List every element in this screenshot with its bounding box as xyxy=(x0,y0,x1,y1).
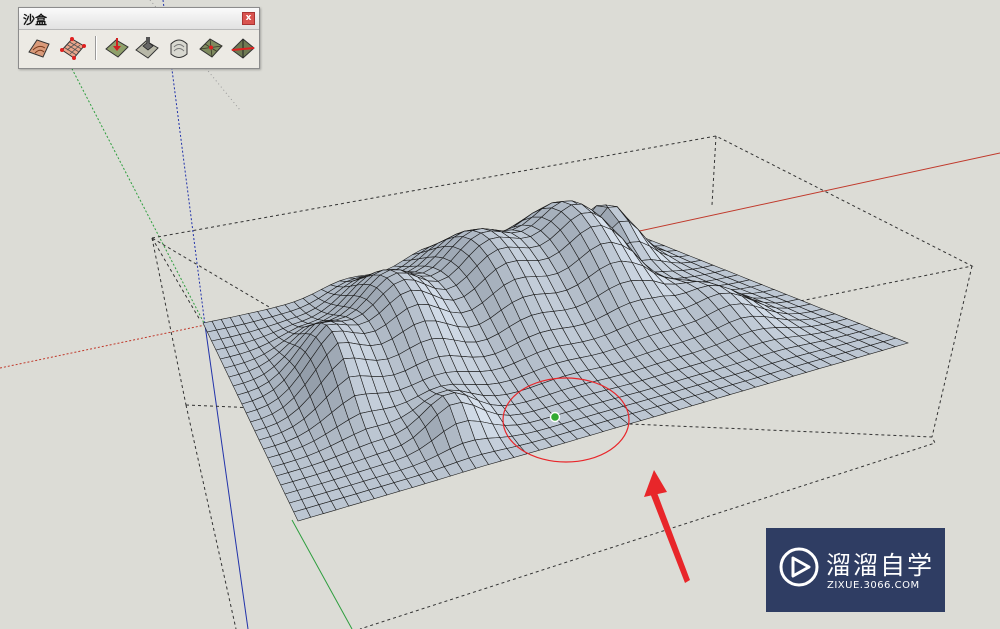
sandbox-toolbar[interactable]: 沙盒 x xyxy=(18,7,260,69)
flip-edge-icon[interactable] xyxy=(229,34,257,62)
watermark-brand: 溜溜自学 xyxy=(826,551,935,580)
toolbar-title: 沙盒 xyxy=(23,13,48,27)
sandbox-from-scratch-icon[interactable] xyxy=(59,34,87,62)
bbox-edge xyxy=(151,237,201,321)
toolbar-titlebar[interactable]: 沙盒 x xyxy=(19,8,259,30)
watermark-logo: 溜溜自学 ZIXUE.3066.COM xyxy=(766,528,945,612)
smoove-icon[interactable] xyxy=(103,34,131,62)
arrow-shaft xyxy=(650,490,690,583)
toolbar-separator xyxy=(95,36,97,60)
bbox-edge xyxy=(151,237,187,406)
bbox-edge xyxy=(185,404,237,629)
stamp-icon[interactable] xyxy=(133,34,161,62)
sandbox-from-contours-icon[interactable] xyxy=(25,34,53,62)
add-detail-icon[interactable] xyxy=(197,34,225,62)
bbox-edge xyxy=(711,135,717,206)
close-icon[interactable]: x xyxy=(242,12,255,25)
bbox-edge xyxy=(931,265,973,438)
terrain-mesh[interactable] xyxy=(202,200,909,522)
arrow-head xyxy=(644,470,667,497)
green-axis-dotted xyxy=(69,64,206,326)
annotation-arrow xyxy=(644,470,690,583)
green-axis-solid xyxy=(291,519,353,629)
play-logo-icon xyxy=(779,547,819,587)
cursor-icon xyxy=(549,411,561,423)
drape-icon[interactable] xyxy=(165,34,193,62)
toolbar-tools xyxy=(25,34,255,62)
watermark-url: ZIXUE.3066.COM xyxy=(827,580,920,591)
